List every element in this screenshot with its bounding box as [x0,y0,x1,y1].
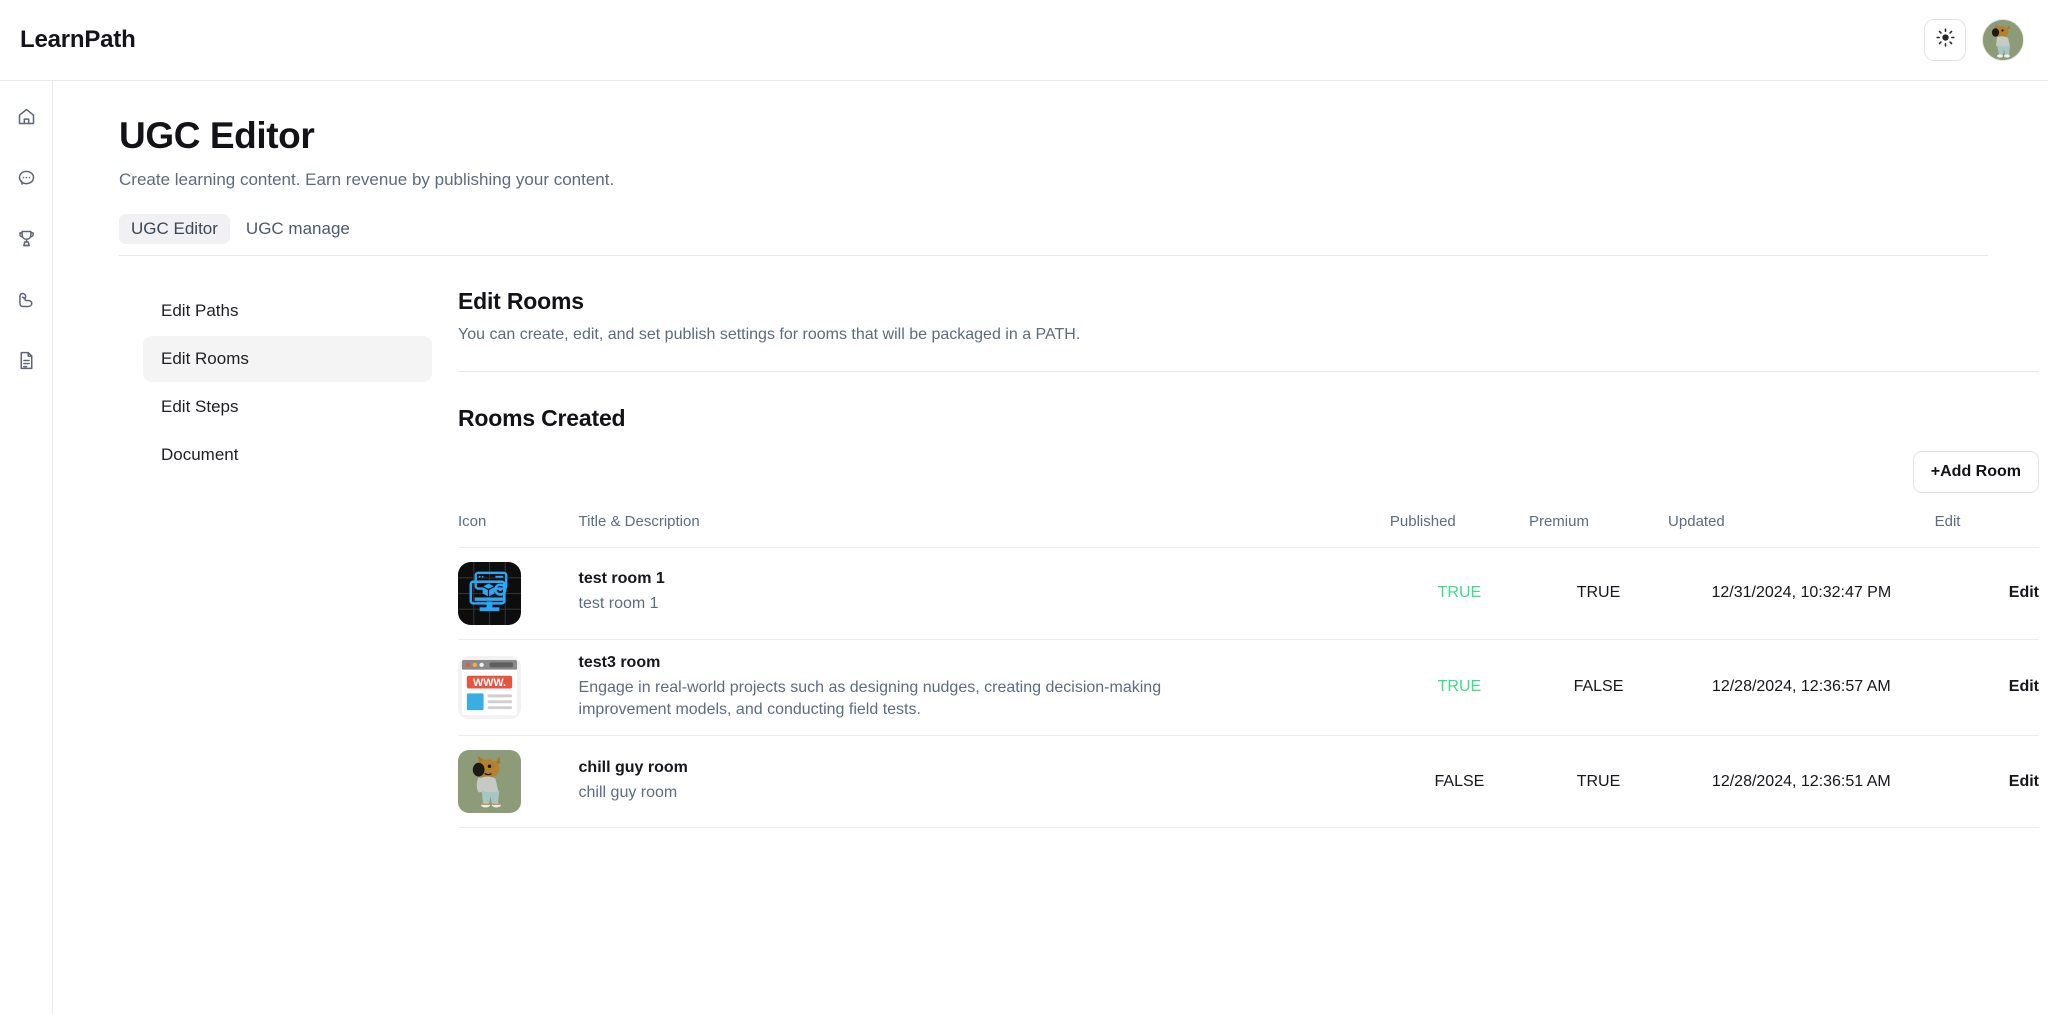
sidenav-item-edit-rooms[interactable]: Edit Rooms [143,335,432,382]
row-published-cell: FALSE [1389,735,1529,829]
status-badge-premium: TRUE [1576,772,1621,790]
tab-ugc-manage[interactable]: UGC manage [234,214,362,244]
table-row: chill guy room chill guy room FALSE TRUE… [458,735,2039,829]
header-icon: Icon [458,512,579,548]
tab-bar: UGC Editor UGC manage [119,213,1988,244]
row-premium-cell: TRUE [1528,735,1669,829]
home-icon [16,106,37,132]
row-published-cell: TRUE [1389,547,1529,640]
add-room-button[interactable]: +Add Room [1912,450,2039,493]
document-icon [16,350,37,376]
rooms-table-head: Icon Title & Description Published Premi… [458,512,2039,548]
app-brand: LearnPath [20,26,136,53]
sun-icon [1935,28,1955,52]
content-columns: Edit Paths Edit Rooms Edit Steps Documen… [119,288,2039,829]
header-edit: Edit [1934,512,2039,548]
edit-link[interactable]: Edit [2009,678,2039,695]
updated-timestamp: 12/28/2024, 12:36:51 AM [1711,772,1891,790]
status-badge-published: FALSE [1434,772,1485,790]
rail-item-achievements[interactable] [8,223,44,259]
rooms-table: Icon Title & Description Published Premi… [458,512,2039,829]
row-updated-cell: 12/28/2024, 12:36:57 AM [1668,639,1935,737]
room-name: chill guy room [578,759,688,777]
rail-item-chat[interactable] [8,162,44,198]
row-premium-cell: TRUE [1528,547,1669,640]
row-edit-cell: Edit [1934,735,2039,829]
page-content: UGC Editor Create learning content. Earn… [53,81,2048,1014]
room-description: Engage in real-world projects such as de… [578,678,1162,718]
muscle-icon [16,289,37,315]
section-title: Edit Rooms [458,287,584,314]
row-edit-cell: Edit [1934,639,2039,737]
avatar-image [1983,20,2023,60]
row-edit-cell: Edit [1934,547,2039,640]
status-badge-premium: TRUE [1576,584,1621,602]
theme-toggle-button[interactable] [1924,19,1966,61]
row-title-cell: test3 room Engage in real-world projects… [578,639,1390,737]
status-badge-premium: FALSE [1573,678,1624,696]
browser-www-icon: WWW. [458,655,521,719]
row-icon-cell [458,735,579,829]
header-premium: Premium [1528,512,1669,548]
table-row: WWW. test3 room Engage in real-world pro… [458,639,2039,737]
rail-item-documents[interactable] [8,345,44,381]
row-icon-cell: WWW. [458,639,579,737]
row-published-cell: TRUE [1389,639,1529,737]
row-title-cell: chill guy room chill guy room [578,735,1390,829]
user-avatar[interactable] [1982,19,2024,61]
secondary-nav: Edit Paths Edit Rooms Edit Steps Documen… [119,288,432,829]
main-panel: Edit Rooms You can create, edit, and set… [432,288,2039,829]
header-updated: Updated [1668,512,1935,548]
room-name: test room 1 [578,570,665,588]
page-title: UGC Editor [119,115,315,156]
svg-text:WWW.: WWW. [473,677,506,689]
table-header-row: Icon Title & Description Published Premi… [458,512,2039,548]
room-description: chill guy room [578,784,678,802]
rail-item-training[interactable] [8,284,44,320]
sidenav-item-edit-paths[interactable]: Edit Paths [143,288,432,334]
sidenav-item-edit-steps[interactable]: Edit Steps [143,384,432,430]
rooms-created-title: Rooms Created [458,404,626,431]
header-published: Published [1389,512,1529,548]
edit-link[interactable]: Edit [2009,773,2039,790]
top-bar: LearnPath [0,0,2048,81]
page-subtitle: Create learning content. Earn revenue by… [119,169,615,189]
topbar-actions [1924,19,2024,61]
edit-link[interactable]: Edit [2009,584,2039,601]
sidenav-item-document[interactable]: Document [143,432,432,478]
room-name: test3 room [578,653,661,671]
tab-ugc-editor[interactable]: UGC Editor [119,213,230,244]
room-description: test room 1 [578,595,659,613]
row-updated-cell: 12/28/2024, 12:36:51 AM [1668,735,1935,829]
chill-guy-dog-icon [458,750,521,814]
rooms-table-body: test room 1 test room 1 TRUE TRUE 12/31/… [458,547,2039,829]
add-room-row: +Add Room [458,450,2039,493]
section-divider [458,370,2039,372]
tab-divider [119,254,1988,256]
trophy-icon [16,228,37,254]
status-badge-published: TRUE [1437,584,1482,602]
row-title-cell: test room 1 test room 1 [578,547,1390,640]
row-icon-cell [458,547,579,640]
row-updated-cell: 12/31/2024, 10:32:47 PM [1668,547,1935,640]
left-icon-rail [0,81,53,1014]
row-premium-cell: FALSE [1528,639,1669,737]
updated-timestamp: 12/28/2024, 12:36:57 AM [1711,678,1891,696]
monitor-cube-gear-icon [458,561,521,625]
header-title: Title & Description [578,512,1390,548]
status-badge-published: TRUE [1437,678,1482,696]
section-description: You can create, edit, and set publish se… [458,325,1081,343]
chat-icon [16,167,37,193]
rail-item-home[interactable] [8,101,44,137]
table-row: test room 1 test room 1 TRUE TRUE 12/31/… [458,547,2039,640]
updated-timestamp: 12/31/2024, 10:32:47 PM [1711,584,1892,602]
